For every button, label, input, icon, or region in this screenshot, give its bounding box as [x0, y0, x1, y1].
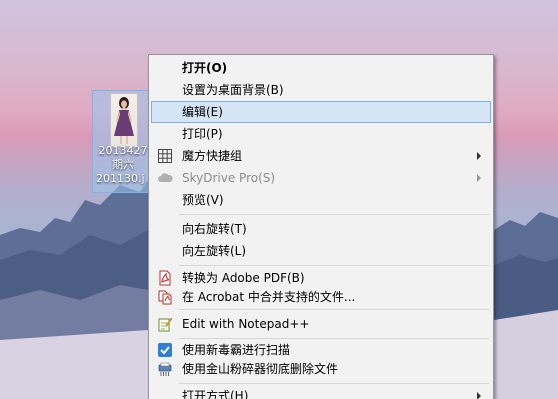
file-name-line-1: 2013427	[98, 144, 148, 157]
menu-item-mofang-quick-group[interactable]: 魔方快捷组	[151, 145, 491, 167]
menu-item-open[interactable]: 打开(O)	[151, 57, 491, 79]
menu-item-edit-with-notepad[interactable]: Edit with Notepad++	[151, 313, 491, 335]
file-name-line-3: 201130.j	[96, 172, 145, 185]
antivirus-scan-icon	[157, 342, 173, 358]
menu-separator	[179, 309, 489, 310]
woman-in-dress-image	[114, 97, 134, 144]
menu-item-label: 转换为 Adobe PDF(B)	[182, 271, 305, 285]
menu-item-rotate-right[interactable]: 向右旋转(T)	[151, 218, 491, 240]
menu-item-label: 打印(P)	[182, 127, 223, 141]
grid-icon	[157, 148, 173, 164]
file-shredder-icon	[157, 361, 173, 377]
menu-item-label: 魔方快捷组	[182, 149, 243, 163]
photo-thumbnail	[110, 93, 138, 147]
cloud-icon	[157, 170, 173, 186]
menu-item-label: 在 Acrobat 中合并支持的文件...	[182, 290, 356, 304]
pdf-icon	[157, 270, 173, 286]
menu-item-label: 设置为桌面背景(B)	[182, 83, 284, 97]
menu-item-set-desktop-background[interactable]: 设置为桌面背景(B)	[151, 79, 491, 101]
menu-item-label: 打开方式(H)	[182, 389, 249, 399]
menu-separator	[179, 214, 489, 215]
menu-item-label: 打开(O)	[182, 61, 228, 75]
menu-item-open-with[interactable]: 打开方式(H)	[151, 385, 491, 399]
acrobat-combine-icon	[157, 289, 173, 305]
menu-item-label: SkyDrive Pro(S)	[182, 171, 276, 185]
desktop-file-icon[interactable]: 2013427 期六 201130.j	[92, 90, 152, 193]
menu-item-label: 使用金山粉碎器彻底删除文件	[182, 362, 339, 376]
menu-item-skydrive-pro[interactable]: SkyDrive Pro(S)	[151, 167, 491, 189]
submenu-arrow-icon	[477, 174, 481, 182]
menu-item-label: 向左旋转(L)	[182, 244, 247, 258]
menu-separator	[179, 383, 489, 384]
file-name-line-2: 期六	[112, 158, 134, 171]
menu-item-rotate-left[interactable]: 向左旋转(L)	[151, 240, 491, 262]
menu-item-acrobat-combine[interactable]: 在 Acrobat 中合并支持的文件...	[151, 286, 491, 308]
menu-item-edit[interactable]: 编辑(E)	[151, 101, 491, 123]
menu-item-label: 向右旋转(T)	[182, 222, 247, 236]
menu-separator	[179, 265, 489, 266]
menu-item-preview[interactable]: 预览(V)	[151, 189, 491, 211]
desktop-background: 2013427 期六 201130.j 打开(O) 设置为桌面背景(B) 编辑(…	[0, 0, 558, 399]
menu-item-label: 使用新毒霸进行扫描	[182, 343, 291, 357]
menu-item-shred-file[interactable]: 使用金山粉碎器彻底删除文件	[151, 358, 491, 380]
notepad-plus-plus-icon	[157, 316, 173, 332]
menu-item-label: Edit with Notepad++	[182, 317, 310, 331]
submenu-arrow-icon	[477, 392, 481, 399]
context-menu: 打开(O) 设置为桌面背景(B) 编辑(E) 打印(P) 魔方快捷组 SkyDr…	[148, 54, 494, 399]
menu-item-label: 编辑(E)	[182, 105, 223, 119]
menu-item-label: 预览(V)	[182, 193, 224, 207]
submenu-arrow-icon	[477, 152, 481, 160]
menu-item-print[interactable]: 打印(P)	[151, 123, 491, 145]
